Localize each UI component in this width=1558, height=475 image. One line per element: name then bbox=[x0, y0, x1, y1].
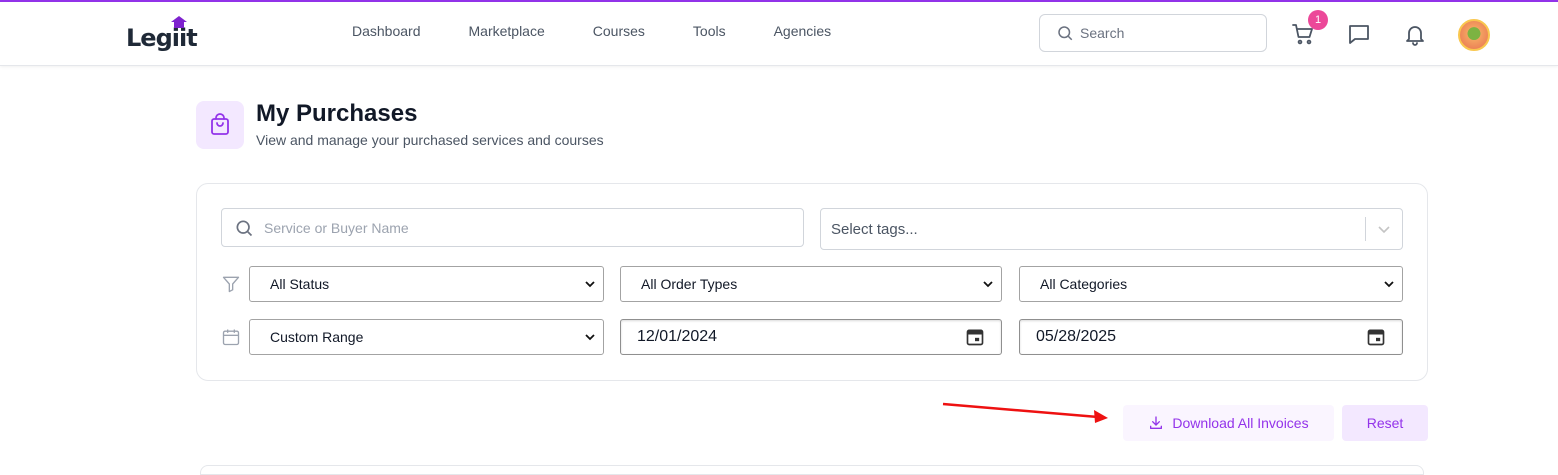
reset-label: Reset bbox=[1366, 415, 1404, 431]
start-date-value: 12/01/2024 bbox=[637, 328, 718, 345]
download-all-invoices-label: Download All Invoices bbox=[1172, 415, 1309, 431]
page-title: My Purchases bbox=[256, 100, 418, 127]
chevron-down-icon[interactable] bbox=[1376, 221, 1392, 237]
nav-courses[interactable]: Courses bbox=[593, 23, 645, 39]
main-nav: Dashboard Marketplace Courses Tools Agen… bbox=[352, 23, 879, 39]
start-date-input[interactable]: 12/01/2024 bbox=[620, 319, 1002, 355]
category-select[interactable]: All Categories bbox=[1019, 266, 1403, 302]
tags-select[interactable]: Select tags... bbox=[820, 208, 1403, 250]
top-header: Legiit Dashboard Marketplace Courses Too… bbox=[0, 2, 1558, 66]
calendar-icon bbox=[222, 329, 240, 346]
annotation-arrow-icon bbox=[942, 402, 1108, 423]
order-type-select[interactable]: All Order Types bbox=[620, 266, 1002, 302]
chevron-down-icon bbox=[1384, 281, 1394, 288]
calendar-picker-icon[interactable] bbox=[965, 327, 985, 347]
end-date-value: 05/28/2025 bbox=[1036, 328, 1117, 345]
calendar-picker-icon[interactable] bbox=[1366, 327, 1386, 347]
reset-button[interactable]: Reset bbox=[1342, 405, 1428, 441]
chevron-down-icon bbox=[585, 334, 595, 341]
service-search-input[interactable] bbox=[264, 219, 764, 236]
page-subtitle: View and manage your purchased services … bbox=[256, 132, 604, 148]
status-select-value: All Status bbox=[270, 276, 330, 292]
logo-text: Legiit bbox=[126, 24, 198, 52]
status-select[interactable]: All Status bbox=[249, 266, 604, 302]
chevron-down-icon bbox=[585, 281, 595, 288]
user-avatar[interactable] bbox=[1458, 19, 1490, 51]
shopping-bag-icon bbox=[211, 113, 229, 135]
end-date-input[interactable]: 05/28/2025 bbox=[1019, 319, 1403, 355]
search-icon bbox=[1058, 26, 1073, 41]
nav-marketplace[interactable]: Marketplace bbox=[469, 23, 545, 39]
search-icon bbox=[236, 220, 253, 236]
download-icon bbox=[1150, 416, 1163, 429]
nav-dashboard[interactable]: Dashboard bbox=[352, 23, 421, 39]
legiit-logo[interactable]: Legiit bbox=[126, 16, 198, 52]
nav-agencies[interactable]: Agencies bbox=[774, 23, 832, 39]
nav-tools[interactable]: Tools bbox=[693, 23, 726, 39]
filter-icon bbox=[222, 276, 240, 293]
chevron-down-icon bbox=[983, 281, 993, 288]
order-type-select-value: All Order Types bbox=[641, 276, 738, 292]
download-all-invoices-button[interactable]: Download All Invoices bbox=[1123, 405, 1334, 441]
logo-house-icon bbox=[171, 16, 187, 28]
date-range-select[interactable]: Custom Range bbox=[249, 319, 604, 355]
cart-count-badge: 1 bbox=[1308, 10, 1328, 30]
category-select-value: All Categories bbox=[1040, 276, 1128, 292]
tags-separator bbox=[1365, 217, 1366, 241]
purchases-badge bbox=[196, 101, 244, 149]
header-search-input[interactable] bbox=[1080, 25, 1250, 41]
tags-placeholder: Select tags... bbox=[831, 220, 918, 238]
message-icon[interactable] bbox=[1347, 22, 1371, 46]
service-search-field[interactable] bbox=[221, 208, 804, 247]
bell-icon[interactable] bbox=[1403, 22, 1427, 46]
date-range-select-value: Custom Range bbox=[270, 329, 364, 345]
results-card bbox=[200, 465, 1424, 475]
header-search[interactable] bbox=[1039, 14, 1267, 52]
